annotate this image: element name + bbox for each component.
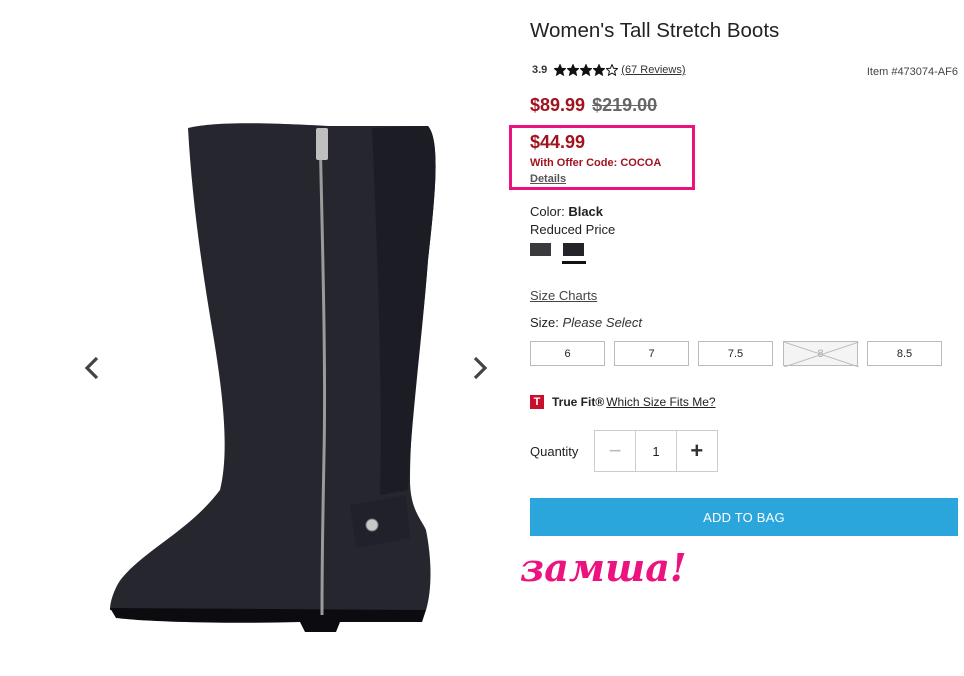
size-charts-link[interactable]: Size Charts bbox=[530, 288, 597, 303]
size-option[interactable]: 6 bbox=[530, 341, 605, 366]
star-icon bbox=[593, 64, 606, 76]
star-icon bbox=[580, 64, 593, 76]
size-option[interactable]: 7 bbox=[614, 341, 689, 366]
quantity-decrease-button[interactable]: − bbox=[595, 431, 635, 471]
chevron-right-icon[interactable] bbox=[464, 353, 494, 383]
offer-details-link[interactable]: Details bbox=[530, 173, 566, 185]
color-swatch[interactable] bbox=[530, 243, 551, 256]
chevron-left-icon[interactable] bbox=[78, 353, 108, 383]
product-image-gallery bbox=[70, 110, 510, 640]
quantity-increase-button[interactable]: + bbox=[677, 431, 717, 471]
quantity-input[interactable]: 1 bbox=[635, 431, 677, 471]
color-label: Color: bbox=[530, 204, 565, 219]
size-label: Size: Please Select bbox=[530, 315, 642, 330]
size-placeholder: Please Select bbox=[562, 315, 643, 330]
size-option-label: 6 bbox=[564, 347, 571, 360]
color-line: Color: Black bbox=[530, 204, 603, 219]
star-icon bbox=[567, 64, 580, 76]
rating-stars bbox=[554, 64, 619, 76]
unavailable-cross-icon bbox=[784, 342, 859, 367]
color-swatch-selected[interactable] bbox=[563, 243, 584, 256]
price-row: $89.99 $219.00 bbox=[530, 95, 657, 116]
item-number: Item #473074-AF6 bbox=[866, 66, 958, 78]
rating-row: 3.9 (67 Reviews) bbox=[532, 64, 685, 76]
original-price: $219.00 bbox=[592, 95, 658, 115]
star-icon bbox=[554, 64, 567, 76]
truefit-logo-icon: T bbox=[530, 395, 544, 409]
quantity-stepper: − 1 + bbox=[594, 430, 718, 472]
truefit-brand: True Fit® bbox=[552, 395, 605, 409]
color-note: Reduced Price bbox=[530, 222, 616, 237]
reviews-link[interactable]: (67 Reviews) bbox=[621, 64, 685, 76]
quantity-label: Quantity bbox=[530, 444, 579, 459]
color-value: Black bbox=[568, 204, 604, 219]
product-image bbox=[110, 123, 436, 632]
product-title: Women's Tall Stretch Boots bbox=[530, 19, 780, 42]
size-option-label: 7 bbox=[648, 347, 655, 360]
size-option-label: 7.5 bbox=[727, 347, 744, 360]
size-option[interactable]: 8.5 bbox=[867, 341, 942, 366]
current-price: $89.99 bbox=[530, 95, 586, 115]
swatch-selected-indicator bbox=[562, 261, 586, 264]
rating-value: 3.9 bbox=[532, 64, 548, 76]
size-option-label: 8.5 bbox=[896, 347, 913, 360]
add-to-bag-button[interactable]: ADD TO BAG bbox=[530, 498, 958, 536]
truefit-link[interactable]: Which Size Fits Me? bbox=[606, 395, 715, 409]
offer-price: $44.99 bbox=[530, 132, 586, 152]
offer-code-text: With Offer Code: COCOA bbox=[530, 157, 662, 169]
size-option-unavailable: 8 bbox=[783, 341, 859, 367]
star-icon bbox=[606, 64, 619, 76]
size-label-text: Size: bbox=[530, 315, 559, 330]
handwritten-annotation: замша! bbox=[520, 545, 687, 590]
truefit-row: T True Fit® Which Size Fits Me? bbox=[530, 395, 716, 409]
size-option[interactable]: 7.5 bbox=[698, 341, 773, 366]
